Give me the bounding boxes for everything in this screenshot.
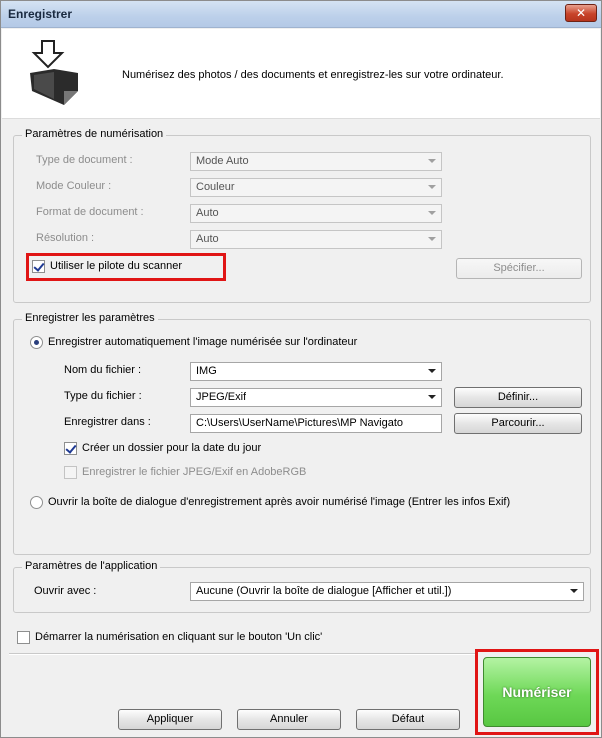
chevron-down-icon [428, 159, 436, 163]
open-with-label: Ouvrir avec : [34, 585, 97, 597]
save-adobergb-checkbox[interactable] [64, 466, 77, 479]
color-mode-select[interactable]: Couleur [190, 178, 442, 197]
auto-save-label[interactable]: Enregistrer automatiquement l'image numé… [48, 336, 357, 348]
app-settings-group: Paramètres de l'application Ouvrir avec … [13, 560, 591, 613]
resolution-label: Résolution : [36, 232, 95, 244]
app-settings-title: Paramètres de l'application [22, 560, 161, 572]
apply-button[interactable]: Appliquer [118, 709, 222, 730]
save-adobergb-label[interactable]: Enregistrer le fichier JPEG/Exif en Adob… [82, 466, 306, 478]
document-type-label: Type de document : [36, 154, 133, 166]
chevron-down-icon [428, 237, 436, 241]
highlight-box-driver [26, 253, 226, 281]
title-bar[interactable]: Enregistrer ✕ [1, 1, 601, 28]
scan-document-icon [30, 40, 78, 105]
save-dialog: Enregistrer ✕ Numérisez des photos / des… [0, 0, 602, 738]
create-date-folder-label[interactable]: Créer un dossier pour la date du jour [82, 442, 261, 454]
define-button[interactable]: Définir... [454, 387, 582, 408]
chevron-down-icon [428, 395, 436, 399]
chevron-down-icon [570, 589, 578, 593]
open-with-select[interactable]: Aucune (Ouvrir la boîte de dialogue [Aff… [190, 582, 584, 601]
document-type-select[interactable]: Mode Auto [190, 152, 442, 171]
resolution-select[interactable]: Auto [190, 230, 442, 249]
save-in-label: Enregistrer dans : [64, 416, 151, 428]
dialog-header: Numérisez des photos / des documents et … [2, 29, 600, 119]
one-click-label[interactable]: Démarrer la numérisation en cliquant sur… [35, 631, 322, 643]
footer-separator [9, 653, 475, 655]
chevron-down-icon [428, 369, 436, 373]
window-title: Enregistrer [8, 7, 73, 21]
cancel-button[interactable]: Annuler [237, 709, 341, 730]
one-click-checkbox[interactable] [17, 631, 30, 644]
open-save-dialog-radio[interactable] [30, 496, 43, 509]
file-name-label: Nom du fichier : [64, 364, 142, 376]
color-mode-label: Mode Couleur : [36, 180, 112, 192]
open-save-dialog-label[interactable]: Ouvrir la boîte de dialogue d'enregistre… [48, 496, 510, 508]
header-description: Numérisez des photos / des documents et … [122, 69, 504, 81]
chevron-down-icon [428, 211, 436, 215]
browse-button[interactable]: Parcourir... [454, 413, 582, 434]
create-date-folder-checkbox[interactable] [64, 442, 77, 455]
scan-settings-group: Paramètres de numérisation Type de docum… [13, 128, 591, 303]
file-name-combo[interactable]: IMG [190, 362, 442, 381]
specify-button[interactable]: Spécifier... [456, 258, 582, 279]
chevron-down-icon [428, 185, 436, 189]
save-settings-title: Enregistrer les paramètres [22, 312, 158, 324]
document-size-label: Format de document : [36, 206, 144, 218]
document-size-select[interactable]: Auto [190, 204, 442, 223]
default-button[interactable]: Défaut [356, 709, 460, 730]
scan-settings-title: Paramètres de numérisation [22, 128, 167, 140]
auto-save-radio[interactable] [30, 336, 43, 349]
file-type-select[interactable]: JPEG/Exif [190, 388, 442, 407]
save-settings-group: Enregistrer les paramètres Enregistrer a… [13, 312, 591, 555]
file-type-label: Type du fichier : [64, 390, 142, 402]
close-button[interactable]: ✕ [565, 4, 597, 22]
scan-button[interactable]: Numériser [483, 657, 591, 727]
save-in-field[interactable]: C:\Users\UserName\Pictures\MP Navigato [190, 414, 442, 433]
